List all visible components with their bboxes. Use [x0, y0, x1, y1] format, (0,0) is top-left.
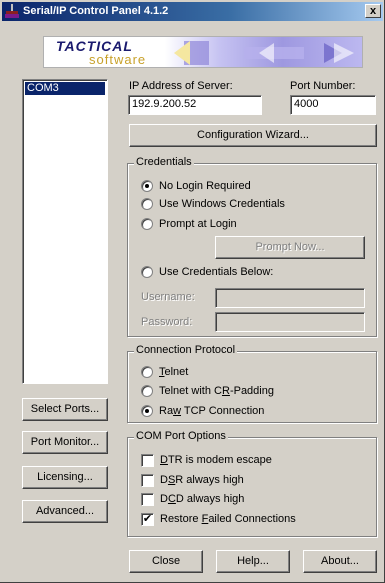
- radio-indicator: [141, 385, 153, 397]
- use-credentials-below-label: Use Credentials Below:: [159, 266, 274, 278]
- radio-indicator: [141, 198, 153, 210]
- username-label: Username:: [141, 291, 195, 303]
- title-bar[interactable]: Serial/IP Control Panel 4.1.2 x: [2, 2, 383, 21]
- port-monitor-button[interactable]: Port Monitor...: [22, 431, 108, 454]
- brand-logo-bottom: software: [89, 52, 147, 67]
- radio-indicator: [141, 266, 153, 278]
- dcd-always-high-label: DCD always high: [160, 493, 245, 505]
- radio-indicator: [141, 405, 153, 417]
- port-number-field[interactable]: 4000: [290, 95, 376, 115]
- close-icon: x: [369, 5, 377, 17]
- telnet-cr-padding-label: Telnet with CR-Padding: [159, 385, 274, 397]
- password-field[interactable]: [215, 312, 365, 332]
- checkbox-box: [141, 493, 154, 506]
- prompt-now-button[interactable]: Prompt Now...: [215, 236, 365, 259]
- dsr-always-high-label: DSR always high: [160, 474, 244, 486]
- control-panel-window: Serial/IP Control Panel 4.1.2 x TACTICAL…: [0, 0, 385, 583]
- raw-tcp-label: Raw TCP Connection: [159, 405, 265, 417]
- close-window-button[interactable]: x: [365, 4, 381, 18]
- dtr-modem-escape-label: DTR is modem escape: [160, 454, 272, 466]
- licensing-button[interactable]: Licensing...: [22, 466, 108, 489]
- radio-indicator: [141, 366, 153, 378]
- list-item[interactable]: COM3: [25, 82, 105, 95]
- help-button[interactable]: Help...: [216, 550, 290, 573]
- password-label: Password:: [141, 316, 193, 328]
- no-login-label: No Login Required: [159, 180, 251, 192]
- prompt-at-login-label: Prompt at Login: [159, 218, 237, 230]
- ip-address-field[interactable]: 192.9.200.52: [128, 95, 262, 115]
- checkmark-icon: ✔: [141, 513, 154, 526]
- ip-address-label: IP Address of Server:: [129, 80, 233, 92]
- port-number-label: Port Number:: [290, 80, 356, 92]
- configuration-wizard-button[interactable]: Configuration Wizard...: [129, 124, 377, 147]
- connection-protocol-group-label: Connection Protocol: [134, 344, 238, 356]
- com-port-list[interactable]: COM3: [22, 79, 108, 384]
- windows-credentials-label: Use Windows Credentials: [159, 198, 285, 210]
- banner-arrows-graphic: [174, 41, 354, 65]
- about-button[interactable]: About...: [303, 550, 377, 573]
- credentials-group-label: Credentials: [134, 156, 194, 168]
- checkbox-box: [141, 454, 154, 467]
- radio-indicator: [141, 180, 153, 192]
- tactical-software-banner: TACTICAL software: [43, 36, 363, 68]
- radio-indicator: [141, 218, 153, 230]
- window-title: Serial/IP Control Panel 4.1.2: [23, 5, 169, 17]
- advanced-button[interactable]: Advanced...: [22, 500, 108, 523]
- close-button[interactable]: Close: [129, 550, 203, 573]
- select-ports-button[interactable]: Select Ports...: [22, 398, 108, 421]
- com-port-options-group-label: COM Port Options: [134, 430, 228, 442]
- app-icon: [5, 4, 19, 18]
- username-field[interactable]: [215, 288, 365, 308]
- restore-failed-connections-label: Restore Failed Connections: [160, 513, 296, 525]
- telnet-label: Telnet: [159, 366, 189, 378]
- checkbox-box: [141, 474, 154, 487]
